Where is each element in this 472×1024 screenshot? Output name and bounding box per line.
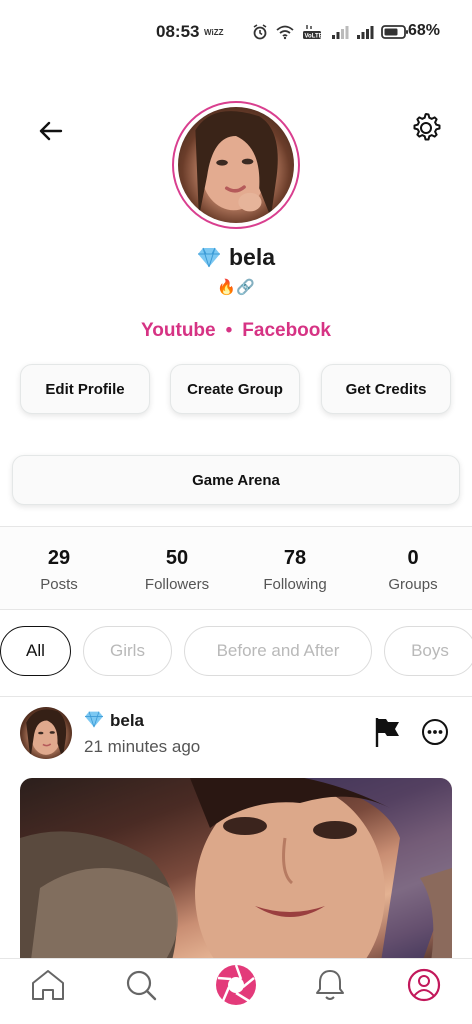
flag-icon[interactable] bbox=[374, 716, 402, 748]
profile-username: bela bbox=[228, 244, 276, 270]
volte-icon: VoLTE bbox=[303, 25, 323, 40]
profile-photo-art bbox=[195, 111, 278, 218]
profile-name-row: bela bbox=[0, 244, 472, 271]
stat-following[interactable]: 78 Following bbox=[236, 527, 354, 609]
post-timestamp: 21 minutes ago bbox=[84, 737, 201, 756]
post-author-photo bbox=[26, 709, 67, 759]
stat-followers[interactable]: 50 Followers bbox=[118, 527, 236, 609]
signal-icon-2 bbox=[357, 26, 374, 39]
camera-aperture-icon[interactable] bbox=[214, 963, 258, 1007]
profile-stats: 29 Posts 50 Followers 78 Following 0 Gro… bbox=[0, 526, 472, 610]
chip-girls[interactable]: Girls bbox=[83, 626, 172, 676]
wifi-icon bbox=[276, 25, 294, 40]
chip-before-and-after[interactable]: Before and After bbox=[184, 626, 372, 676]
profile-avatar[interactable] bbox=[172, 101, 300, 229]
edit-profile-button[interactable]: Edit Profile bbox=[20, 364, 150, 414]
stat-posts-value: 29 bbox=[47, 547, 71, 569]
get-credits-button[interactable]: Get Credits bbox=[321, 364, 451, 414]
profile-badges: 🔥🔗 bbox=[217, 279, 255, 296]
facebook-link[interactable]: Facebook bbox=[242, 320, 331, 341]
post-image-art bbox=[20, 778, 452, 968]
bell-icon[interactable] bbox=[310, 965, 350, 1005]
status-time: 08:53 bbox=[156, 22, 200, 41]
signal-icon-1 bbox=[332, 26, 349, 39]
stat-followers-value: 50 bbox=[165, 547, 189, 569]
search-icon[interactable] bbox=[121, 965, 161, 1005]
stat-groups[interactable]: 0 Groups bbox=[354, 527, 472, 609]
more-icon[interactable] bbox=[421, 718, 449, 746]
link-separator: • bbox=[225, 320, 233, 341]
game-arena-button[interactable]: Game Arena bbox=[12, 455, 460, 505]
status-icons: VoLTE bbox=[252, 20, 409, 44]
alarm-icon bbox=[253, 24, 267, 40]
chip-boys[interactable]: Boys bbox=[384, 626, 472, 676]
profile-screen: 08:53 WiZZ VoLTE 68% bela 🔥🔗 Youtube • F… bbox=[0, 0, 472, 1024]
post-image[interactable] bbox=[20, 778, 452, 968]
back-arrow-icon[interactable] bbox=[36, 116, 66, 146]
chip-all[interactable]: All bbox=[0, 626, 71, 676]
stat-posts[interactable]: 29 Posts bbox=[0, 527, 118, 609]
post-author-row: bela bbox=[84, 710, 144, 731]
filter-chips: All Girls Before and After Boys bbox=[0, 626, 472, 676]
status-bar: 08:53 WiZZ VoLTE 68% bbox=[0, 0, 472, 64]
youtube-link[interactable]: Youtube bbox=[141, 320, 216, 341]
stat-following-label: Following bbox=[263, 576, 327, 593]
social-links: Youtube • Facebook bbox=[0, 320, 472, 342]
profile-photo bbox=[178, 107, 294, 223]
status-network-tag: WiZZ bbox=[204, 28, 224, 37]
svg-text:VoLTE: VoLTE bbox=[305, 34, 323, 40]
diamond-icon bbox=[85, 711, 103, 728]
battery-percent: 68% bbox=[407, 22, 440, 39]
battery-icon bbox=[381, 25, 408, 39]
bottom-navigation bbox=[0, 958, 472, 1024]
stat-following-value: 78 bbox=[283, 547, 307, 569]
home-icon[interactable] bbox=[28, 965, 68, 1005]
stat-followers-label: Followers bbox=[144, 576, 210, 593]
stat-posts-label: Posts bbox=[40, 576, 78, 593]
create-group-button[interactable]: Create Group bbox=[170, 364, 300, 414]
divider bbox=[0, 696, 472, 697]
profile-icon[interactable] bbox=[404, 965, 444, 1005]
post-author-avatar[interactable] bbox=[20, 707, 72, 759]
gear-icon[interactable] bbox=[409, 111, 443, 145]
stat-groups-label: Groups bbox=[388, 576, 438, 593]
post-author-name[interactable]: bela bbox=[110, 711, 144, 730]
diamond-icon bbox=[197, 247, 220, 268]
stat-groups-value: 0 bbox=[407, 547, 419, 569]
